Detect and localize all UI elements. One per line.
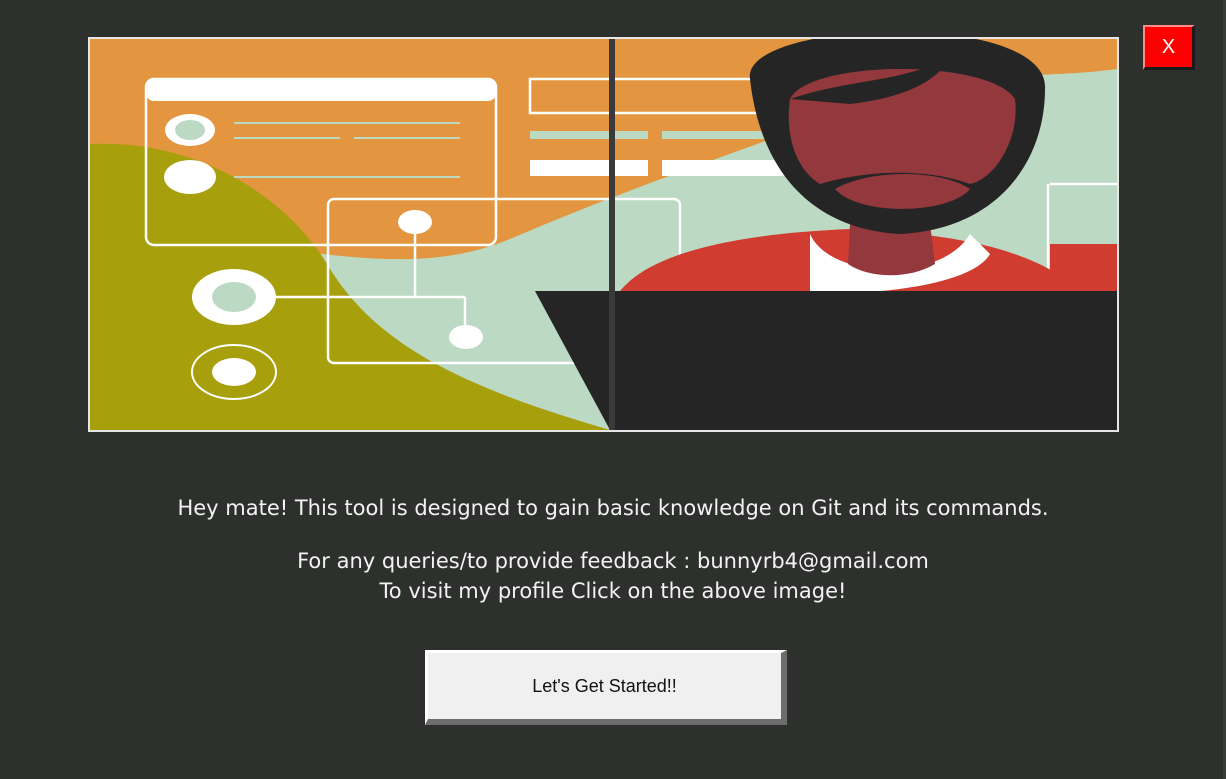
close-button[interactable]: X	[1143, 25, 1195, 70]
profile-hint-text: To visit my profile Click on the above i…	[379, 579, 847, 603]
feedback-text: For any queries/to provide feedback : bu…	[297, 549, 929, 573]
developer-illustration	[90, 39, 1117, 430]
get-started-button[interactable]: Let's Get Started!!	[425, 650, 787, 725]
profile-banner-image[interactable]	[88, 37, 1119, 432]
close-icon: X	[1161, 36, 1176, 58]
intro-text: Hey mate! This tool is designed to gain …	[177, 496, 1049, 520]
